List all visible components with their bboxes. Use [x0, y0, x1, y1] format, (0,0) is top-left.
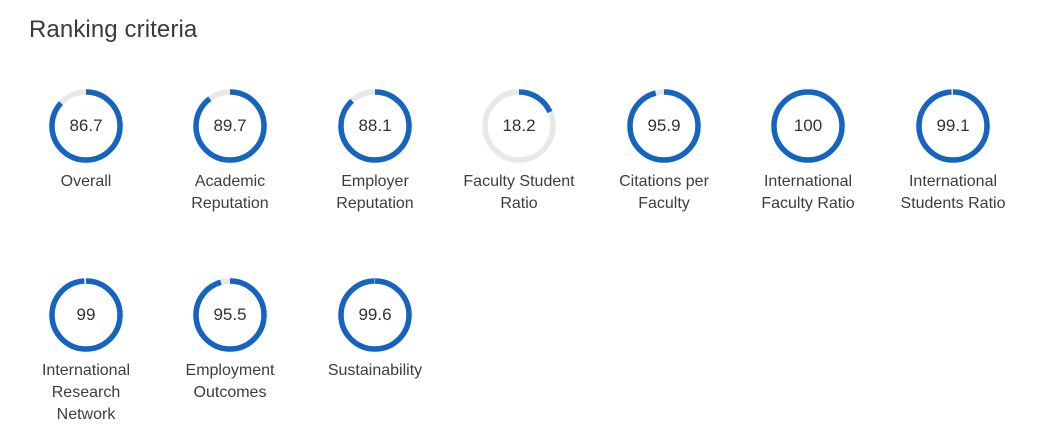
criterion-card: 95.9 Citations per Faculty [604, 88, 724, 215]
criterion-card: 18.2 Faculty Student Ratio [459, 88, 579, 215]
score-ring: 100 [770, 88, 846, 164]
score-ring: 86.7 [48, 88, 124, 164]
criterion-label: International Students Ratio [900, 173, 1006, 212]
score-ring: 95.9 [626, 88, 702, 164]
criterion-card: 88.1 Employer Reputation [315, 88, 435, 215]
criterion-label: Sustainability [327, 362, 423, 379]
criterion-card: 99.6 Sustainability [315, 277, 435, 382]
score-ring: 89.7 [192, 88, 268, 164]
score-ring: 18.2 [481, 88, 557, 164]
criterion-label: International Research Network [41, 362, 131, 423]
criterion-label: Citations per Faculty [619, 173, 709, 212]
score-ring: 99.6 [337, 277, 413, 353]
criterion-card: 100 International Faculty Ratio [748, 88, 868, 215]
criterion-card: 86.7 Overall [26, 88, 146, 193]
criterion-label: Academic Reputation [191, 173, 269, 212]
criteria-grid: 86.7 Overall 89.7 Academic Reputation 88.1 Em… [0, 0, 1042, 439]
criterion-label: International Faculty Ratio [761, 173, 855, 212]
criterion-card: 99.1 International Students Ratio [893, 88, 1013, 215]
score-ring: 88.1 [337, 88, 413, 164]
score-value: 88.1 [358, 116, 392, 135]
criterion-label: Overall [60, 173, 112, 190]
score-ring: 95.5 [192, 277, 268, 353]
criterion-label: Employment Outcomes [185, 362, 275, 401]
score-ring: 99.1 [915, 88, 991, 164]
score-ring: 99 [48, 277, 124, 353]
score-value: 89.7 [213, 116, 247, 135]
ranking-criteria-section: Ranking criteria 86.7 Overall 89.7 Academic… [0, 0, 1042, 439]
criterion-card: 95.5 Employment Outcomes [170, 277, 290, 404]
score-value: 99.6 [358, 305, 392, 324]
score-value: 100 [793, 116, 823, 135]
score-value: 95.5 [213, 305, 247, 324]
score-value: 18.2 [502, 116, 536, 135]
criterion-label: Faculty Student Ratio [463, 173, 575, 212]
criterion-label: Employer Reputation [336, 173, 414, 212]
score-value: 99.1 [936, 116, 970, 135]
criterion-card: 99 International Research Network [26, 277, 146, 426]
score-value: 86.7 [69, 116, 103, 135]
criterion-card: 89.7 Academic Reputation [170, 88, 290, 215]
score-value: 95.9 [647, 116, 681, 135]
score-value: 99 [76, 305, 96, 324]
